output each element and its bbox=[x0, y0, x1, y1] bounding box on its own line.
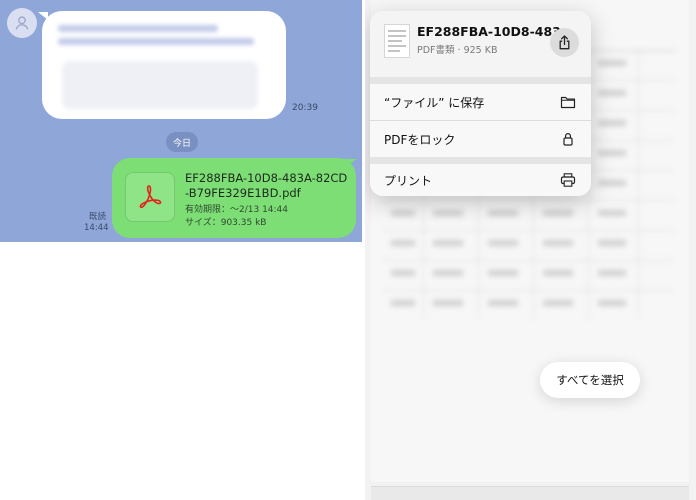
section-divider bbox=[370, 157, 591, 164]
share-icon bbox=[559, 35, 570, 50]
printer-icon bbox=[559, 172, 577, 188]
outgoing-message-time: 14:44 bbox=[84, 223, 109, 233]
bottom-toolbar bbox=[371, 486, 689, 500]
pdf-file-message[interactable]: EF288FBA-10D8-483A-82CD-B79FE329E1BD.pdf… bbox=[112, 158, 356, 238]
pdf-file-icon bbox=[125, 172, 175, 222]
acrobat-icon bbox=[139, 185, 162, 209]
chat-view: 20:39 今日 既読 14:44 EF288FBA-10D8-483A-82C… bbox=[0, 0, 362, 242]
print-label: プリント bbox=[384, 173, 433, 188]
document-info: PDF書類 · 925 KB bbox=[417, 45, 498, 56]
share-sheet-header: EF288FBA-10D8-483... PDF書類 · 925 KB bbox=[370, 11, 591, 77]
blurred-link-line bbox=[58, 38, 254, 45]
read-status-text: 既読 bbox=[88, 212, 106, 222]
document-thumbnail bbox=[384, 24, 410, 58]
folder-icon bbox=[559, 94, 577, 110]
select-all-button[interactable]: すべてを選択 bbox=[540, 362, 640, 398]
file-expiry: 有効期限：〜2/13 14:44 bbox=[185, 205, 289, 215]
incoming-message-time: 20:39 bbox=[292, 103, 318, 113]
person-icon bbox=[15, 16, 29, 30]
share-sheet: EF288FBA-10D8-483... PDF書類 · 925 KB “ファイ… bbox=[370, 11, 591, 196]
print-action[interactable]: プリント bbox=[370, 164, 591, 196]
blurred-link-preview bbox=[62, 61, 258, 109]
read-receipt: 既読 14:44 bbox=[84, 212, 109, 234]
save-to-files-action[interactable]: “ファイル” に保存 bbox=[370, 84, 591, 120]
avatar[interactable] bbox=[7, 8, 37, 38]
file-name: EF288FBA-10D8-483A-82CD-B79FE329E1BD.pdf bbox=[185, 171, 348, 200]
incoming-message-bubble[interactable] bbox=[42, 11, 286, 119]
date-separator: 今日 bbox=[166, 132, 198, 152]
blurred-link-line bbox=[58, 25, 218, 32]
pdf-preview-screen: EF288FBA-10D8-483... PDF書類 · 925 KB “ファイ… bbox=[365, 0, 696, 500]
save-to-files-label: “ファイル” に保存 bbox=[384, 95, 485, 110]
share-button[interactable] bbox=[550, 28, 579, 57]
file-size: サイズ：903.35 kB bbox=[185, 218, 267, 228]
lock-icon bbox=[559, 131, 577, 147]
lock-pdf-label: PDFをロック bbox=[384, 132, 456, 147]
section-divider bbox=[370, 77, 591, 84]
lock-pdf-action[interactable]: PDFをロック bbox=[370, 121, 591, 157]
